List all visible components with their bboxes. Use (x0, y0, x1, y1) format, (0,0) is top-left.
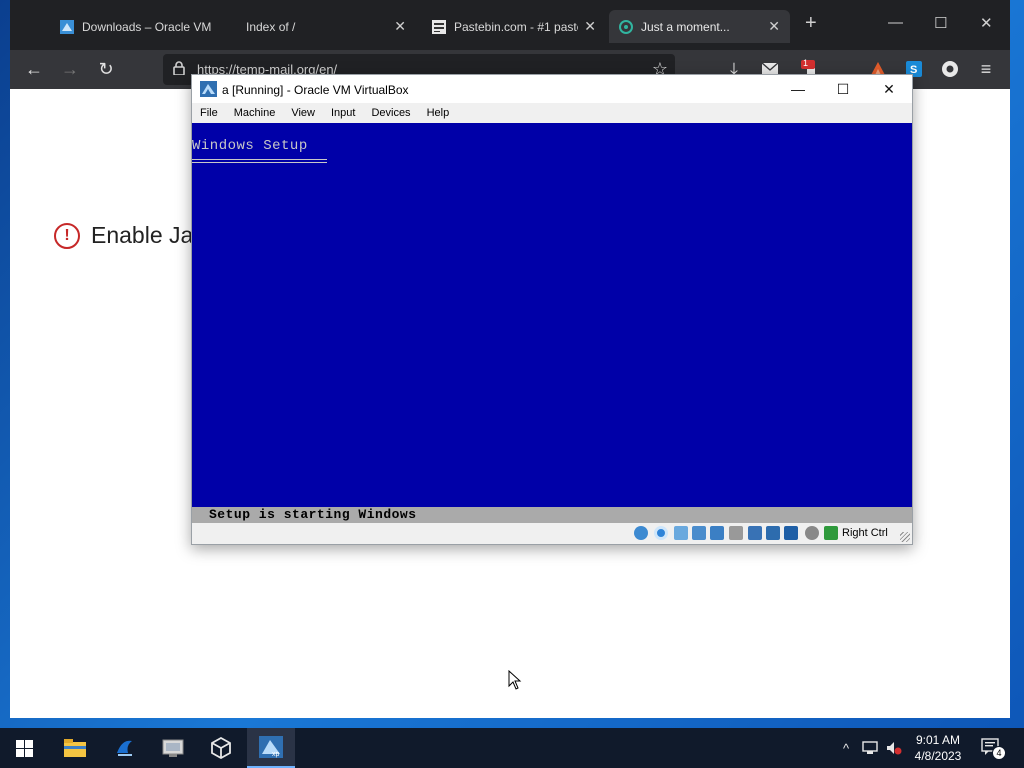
minimize-icon[interactable]: — (888, 14, 903, 31)
notification-badge: 4 (992, 746, 1006, 760)
warning-text: Enable Jav (91, 222, 205, 248)
taskbar: xp ^ 9:01 AM 4/8/2023 4 (0, 728, 1024, 768)
tab-downloads[interactable]: Downloads – Oracle VM (50, 10, 228, 43)
tab-index-of[interactable]: Index of / ✕ (236, 10, 416, 43)
wireshark-button[interactable] (101, 728, 149, 768)
clock-date: 4/8/2023 (914, 749, 962, 763)
file-explorer-button[interactable] (51, 728, 99, 768)
lock-icon (173, 61, 185, 75)
eye-extension-icon[interactable] (939, 58, 961, 80)
svg-text:xp: xp (272, 751, 280, 758)
extension-badge: 1 (803, 58, 809, 68)
system-tool-button[interactable] (149, 728, 197, 768)
menu-input[interactable]: Input (329, 107, 357, 119)
resize-grip[interactable] (900, 532, 910, 542)
vmware-button[interactable] (197, 728, 245, 768)
start-button[interactable] (0, 728, 48, 768)
setup-status-text: Setup is starting Windows (209, 507, 417, 522)
system-icon (162, 739, 184, 757)
tab-just-a-moment[interactable]: Just a moment... ✕ (609, 10, 790, 43)
virtualbox-taskbar-button[interactable]: xp (247, 728, 295, 768)
menu-icon[interactable]: ≡ (975, 58, 997, 80)
vm-setup-status-bar: Setup is starting Windows (192, 507, 912, 523)
vbox-window-title: a [Running] - Oracle VM VirtualBox (222, 83, 409, 97)
tab-label: Pastebin.com - #1 paste (454, 19, 579, 34)
minimize-icon[interactable]: — (788, 79, 808, 99)
host-key-label: Right Ctrl (842, 527, 888, 539)
vm-display[interactable]: Windows Setup (192, 123, 912, 507)
close-icon[interactable]: ✕ (879, 79, 899, 99)
notification-center-button[interactable]: 4 (980, 738, 1006, 760)
tab-label: Just a moment... (641, 19, 730, 34)
reload-icon[interactable]: ↻ (95, 58, 117, 80)
optical-drive-icon[interactable] (654, 526, 668, 540)
menu-machine[interactable]: Machine (232, 107, 278, 119)
close-icon[interactable]: ✕ (584, 18, 596, 35)
close-icon[interactable]: ✕ (768, 18, 780, 35)
recording-icon[interactable] (766, 526, 780, 540)
tab-pastebin[interactable]: Pastebin.com - #1 paste ✕ (422, 10, 606, 43)
maximize-icon[interactable]: ☐ (934, 14, 947, 32)
virtualbox-window: a [Running] - Oracle VM VirtualBox — ☐ ✕… (191, 74, 913, 545)
forward-icon[interactable]: → (59, 58, 81, 80)
setup-title: Windows Setup (192, 138, 308, 154)
setup-title-underline (192, 159, 327, 163)
menu-file[interactable]: File (198, 107, 220, 119)
shared-folders-icon[interactable] (729, 526, 743, 540)
network-status-icon[interactable] (862, 740, 878, 756)
clock-time: 9:01 AM (915, 733, 961, 747)
tab-label: Index of / (246, 19, 296, 34)
windows-logo-icon (15, 739, 33, 757)
wireshark-icon (117, 740, 132, 756)
system-clock[interactable]: 9:01 AM 4/8/2023 (904, 732, 972, 764)
audio-icon[interactable] (674, 526, 688, 540)
file-explorer-icon (64, 739, 86, 757)
cloudflare-loading-icon (619, 19, 633, 34)
vbox-status-bar: Right Ctrl (192, 523, 912, 544)
virtualbox-icon: xp (259, 736, 283, 758)
pastebin-icon (432, 19, 446, 34)
new-tab-button[interactable]: + (805, 12, 817, 35)
mouse-integration-icon[interactable] (805, 526, 819, 540)
menu-help[interactable]: Help (425, 107, 452, 119)
keyboard-capture-icon[interactable] (824, 526, 838, 540)
hard-disk-icon[interactable] (634, 526, 648, 540)
menu-view[interactable]: View (289, 107, 317, 119)
close-icon[interactable]: ✕ (980, 14, 993, 32)
menu-devices[interactable]: Devices (369, 107, 412, 119)
mouse-cursor-icon (508, 670, 522, 690)
vt-x-icon[interactable] (784, 526, 798, 540)
vbox-menu-bar: File Machine View Input Devices Help (192, 103, 912, 123)
volume-muted-icon[interactable] (886, 740, 902, 756)
back-icon[interactable]: ← (23, 58, 45, 80)
tab-label: Downloads – Oracle VM (82, 19, 212, 34)
virtualbox-icon (200, 81, 217, 97)
vmware-icon (211, 737, 231, 759)
virtualbox-icon (60, 19, 74, 34)
chevron-up-icon[interactable]: ^ (838, 740, 854, 756)
tab-strip: Downloads – Oracle VM Index of / ✕ Paste… (10, 0, 1010, 50)
maximize-icon[interactable]: ☐ (833, 79, 853, 99)
javascript-warning: ! Enable Jav (54, 222, 205, 249)
network-icon[interactable] (692, 526, 706, 540)
usb-icon[interactable] (710, 526, 724, 540)
error-icon: ! (54, 222, 80, 249)
vbox-title-bar[interactable]: a [Running] - Oracle VM VirtualBox — ☐ ✕ (192, 75, 912, 103)
display-icon[interactable] (748, 526, 762, 540)
close-icon[interactable]: ✕ (394, 18, 406, 35)
